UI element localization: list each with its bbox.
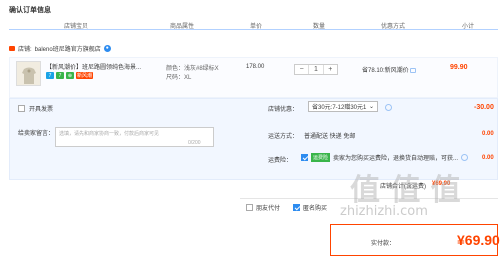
- col-discount: 优惠方式: [381, 24, 406, 30]
- anonymous-label: 匿名购买: [303, 205, 328, 212]
- watermark-logo: 值 值 值: [350, 174, 462, 207]
- qty-minus-button[interactable]: −: [295, 65, 308, 74]
- shop-icon: [9, 45, 15, 51]
- chevron-down-icon: ⌄: [368, 104, 374, 110]
- payment-summary: 实付款： ¥69.90: [330, 224, 500, 256]
- shop-label: 店铺:: [18, 46, 32, 53]
- product-name-link[interactable]: 【新风潮价】班尼路圆领纯色海景...: [46, 62, 166, 71]
- shipping-insurance-badge: 运费险: [311, 153, 331, 162]
- anonymous-checkbox[interactable]: [293, 203, 301, 211]
- quantity-stepper: − 1 +: [294, 64, 338, 75]
- friend-pay-label: 朋友代付: [256, 205, 281, 212]
- shipping-insurance-text: 卖家为您购买运费险，退换货自动理赔，可获...: [333, 156, 459, 162]
- delivery-label: 运送方式：: [268, 134, 299, 140]
- unit-price: 178.00: [246, 64, 265, 70]
- page-title: 确认订单信息: [9, 7, 51, 14]
- shop-discount-label: 店铺优惠：: [268, 107, 299, 113]
- sku-color: 颜色：浅灰#8绿标X: [166, 66, 219, 72]
- column-header: 店铺宝贝 商品属性 单价 数量 优惠方式 小计: [9, 19, 498, 30]
- qty-plus-button[interactable]: +: [324, 65, 337, 74]
- friend-pay-checkbox[interactable]: [246, 203, 253, 211]
- shipping-insurance-amount: 0.00: [482, 155, 494, 161]
- discount-info-icon[interactable]: [385, 104, 392, 111]
- shop-name-link[interactable]: baleno班尼路官方旗舰店: [35, 44, 101, 53]
- comment-icon[interactable]: [410, 67, 417, 73]
- item-subtotal: 99.90: [450, 64, 468, 71]
- wangwang-chat-icon[interactable]: ●: [103, 44, 111, 52]
- watermark-site: zhizhizhi.com: [340, 204, 428, 219]
- invoice-checkbox[interactable]: [18, 105, 25, 112]
- shipping-insurance-checkbox[interactable]: [301, 154, 308, 161]
- promo-label: 省78.10:新风潮价: [362, 68, 409, 74]
- shipping-insurance-label: 运费险：: [268, 158, 293, 164]
- payment-amount: ¥69.90: [457, 232, 500, 248]
- col-subtotal: 小计: [462, 24, 475, 30]
- guarantee-icon: ⊕: [66, 72, 74, 79]
- shop-discount-select[interactable]: 省30元:7-12赠30元1 ⌄: [308, 101, 378, 112]
- col-attr: 商品属性: [170, 24, 195, 30]
- delivery-amount: 0.00: [482, 131, 494, 137]
- message-char-count: 0/200: [188, 140, 201, 146]
- shop-row: 店铺: baleno班尼路官方旗舰店 ●: [9, 43, 111, 53]
- shop-discount-value: 省30元:7-12赠30元1: [312, 105, 367, 111]
- promo-text: 省78.10:新风潮价: [362, 65, 417, 74]
- sku-size: 尺码：XL: [166, 75, 192, 81]
- seven-day-return-icon: 7: [46, 72, 54, 79]
- service-badges: 7 7 ⊕ 新风潮: [46, 72, 94, 79]
- invoice-label: 开具发票: [29, 107, 54, 113]
- product-thumbnail[interactable]: [16, 61, 41, 86]
- qty-input[interactable]: 1: [308, 65, 324, 74]
- delivery-value: 普通配送 快递 免邮: [304, 134, 356, 140]
- col-item: 店铺宝贝: [64, 24, 89, 30]
- col-price: 单价: [250, 24, 263, 30]
- new-trend-badge: 新风潮: [76, 72, 94, 79]
- col-qty: 数量: [313, 24, 326, 30]
- shop-discount-amount: -30.00: [474, 104, 494, 111]
- seven-day-icon: 7: [56, 72, 64, 79]
- insurance-info-icon[interactable]: [461, 154, 469, 161]
- shipping-insurance-row: 运费险 卖家为您购买运费险，退换货自动理赔，可获...: [301, 153, 469, 162]
- buyer-message-label: 给卖家留言：: [18, 131, 55, 137]
- invoice-row: 开具发票: [18, 104, 53, 113]
- payment-label: 实付款：: [371, 241, 396, 247]
